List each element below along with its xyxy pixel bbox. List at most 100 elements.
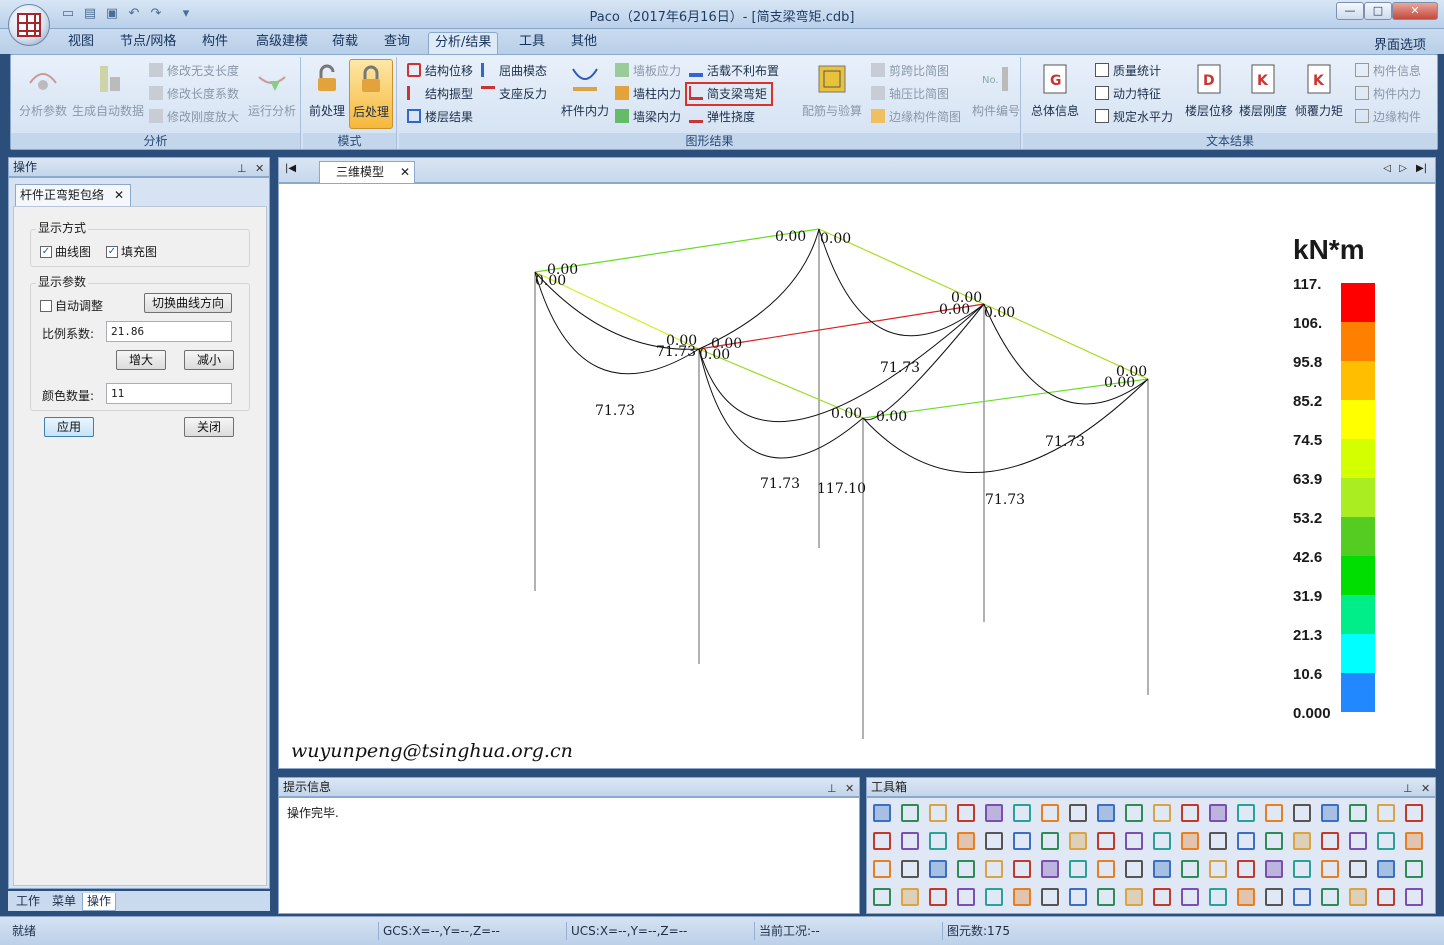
toolbox-tool-icon[interactable] bbox=[1237, 804, 1255, 822]
toolbox-tool-icon[interactable] bbox=[1041, 804, 1059, 822]
toolbox-tool-icon[interactable] bbox=[1321, 888, 1339, 906]
toolbox-tool-icon[interactable] bbox=[873, 860, 891, 878]
pin-icon[interactable]: ⊥ bbox=[237, 160, 247, 178]
scale-input[interactable]: 21.86 bbox=[106, 321, 232, 342]
close-button[interactable]: 关闭 bbox=[184, 417, 234, 437]
model-viewport[interactable]: 0.00 0.00 0.00 0.00 0.00 0.00 0.00 71.73… bbox=[278, 183, 1436, 769]
toolbox-tool-icon[interactable] bbox=[901, 804, 919, 822]
toolbox-tool-icon[interactable] bbox=[1125, 888, 1143, 906]
toolbox-tool-icon[interactable] bbox=[1265, 804, 1283, 822]
toolbox-tool-icon[interactable] bbox=[1069, 804, 1087, 822]
toolbox-tool-icon[interactable] bbox=[1181, 860, 1199, 878]
app-menu-button[interactable] bbox=[8, 4, 50, 46]
pin-icon[interactable]: ⊥ bbox=[1403, 780, 1413, 798]
toolbox-tool-icon[interactable] bbox=[1181, 888, 1199, 906]
support-reaction-button[interactable]: 支座反力 bbox=[481, 84, 547, 104]
toolbox-tool-icon[interactable] bbox=[985, 860, 1003, 878]
toolbox-tool-icon[interactable] bbox=[1265, 860, 1283, 878]
tab-operation[interactable]: 操作 bbox=[82, 893, 117, 911]
toolbox-tool-icon[interactable] bbox=[1349, 804, 1367, 822]
wall-beam-force-button[interactable]: 墙梁内力 bbox=[615, 107, 681, 127]
switch-curve-direction-button[interactable]: 切换曲线方向 bbox=[144, 293, 232, 313]
mass-stats-button[interactable]: 质量统计 bbox=[1095, 61, 1161, 81]
toolbox-tool-icon[interactable] bbox=[1125, 860, 1143, 878]
fill-checkbox[interactable]: ✓ 填充图 bbox=[106, 243, 157, 260]
toolbox-tool-icon[interactable] bbox=[1181, 804, 1199, 822]
toolbox-tool-icon[interactable] bbox=[901, 832, 919, 850]
toolbox-tool-icon[interactable] bbox=[985, 804, 1003, 822]
member-info-button[interactable]: 构件信息 bbox=[1355, 61, 1421, 81]
ui-options-menu[interactable]: 界面选项 bbox=[1374, 34, 1426, 53]
axial-ratio-button[interactable]: 轴压比简图 bbox=[871, 84, 949, 104]
pre-processing-button[interactable]: 前处理 bbox=[307, 59, 347, 119]
toolbox-tool-icon[interactable] bbox=[1293, 804, 1311, 822]
minimize-button[interactable]: — bbox=[1336, 2, 1364, 20]
floor-stiffness-button[interactable]: K 楼层刚度 bbox=[1237, 59, 1289, 119]
curve-checkbox[interactable]: ✓ 曲线图 bbox=[40, 243, 91, 260]
toolbox-tool-icon[interactable] bbox=[1349, 832, 1367, 850]
color-count-input[interactable]: 11 bbox=[106, 383, 232, 404]
wall-column-force-button[interactable]: 墙柱内力 bbox=[615, 84, 681, 104]
dynamic-characteristics-button[interactable]: 动力特征 bbox=[1095, 84, 1161, 104]
tab-tools[interactable]: 工具 bbox=[513, 32, 551, 54]
toolbox-tool-icon[interactable] bbox=[1013, 888, 1031, 906]
wall-panel-stress-button[interactable]: 墙板应力 bbox=[615, 61, 681, 81]
pin-icon[interactable]: ⊥ bbox=[827, 780, 837, 798]
toolbox-tool-icon[interactable] bbox=[957, 888, 975, 906]
increase-button[interactable]: 增大 bbox=[116, 350, 166, 370]
toolbox-tool-icon[interactable] bbox=[1237, 860, 1255, 878]
fill-checkbox-box[interactable]: ✓ bbox=[106, 245, 118, 258]
toolbox-tool-icon[interactable] bbox=[1013, 804, 1031, 822]
toolbox-tool-icon[interactable] bbox=[1125, 804, 1143, 822]
decrease-button[interactable]: 减小 bbox=[184, 350, 234, 370]
toolbox-tool-icon[interactable] bbox=[1097, 804, 1115, 822]
close-pane-icon[interactable]: ✕ bbox=[845, 780, 854, 798]
structure-vibration-button[interactable]: 结构振型 bbox=[407, 84, 473, 104]
toolbox-tool-icon[interactable] bbox=[929, 888, 947, 906]
toolbox-tool-icon[interactable] bbox=[1069, 860, 1087, 878]
toolbox-tool-icon[interactable] bbox=[929, 804, 947, 822]
tab-other[interactable]: 其他 bbox=[565, 32, 603, 54]
member-force-button[interactable]: 杆件内力 bbox=[559, 59, 611, 119]
overturn-moment-button[interactable]: K 倾覆力矩 bbox=[1291, 59, 1347, 119]
toolbox-tool-icon[interactable] bbox=[1209, 888, 1227, 906]
scroll-left-icon[interactable]: ◁ bbox=[1383, 163, 1391, 174]
toolbox-tool-icon[interactable] bbox=[1349, 860, 1367, 878]
apply-button[interactable]: 应用 bbox=[44, 417, 94, 437]
close-pane-icon[interactable]: ✕ bbox=[1421, 780, 1430, 798]
toolbox-tool-icon[interactable] bbox=[1377, 804, 1395, 822]
toolbox-tool-icon[interactable] bbox=[1013, 860, 1031, 878]
analysis-params-button[interactable]: 分析参数 bbox=[15, 59, 71, 119]
toolbox-tool-icon[interactable] bbox=[957, 860, 975, 878]
toolbox-tool-icon[interactable] bbox=[1377, 860, 1395, 878]
toolbox-tool-icon[interactable] bbox=[1153, 860, 1171, 878]
close-doc-tab-icon[interactable]: ✕ bbox=[400, 162, 410, 183]
toolbox-tool-icon[interactable] bbox=[1041, 888, 1059, 906]
code-horizontal-force-button[interactable]: 规定水平力 bbox=[1095, 107, 1173, 127]
modify-stiffness-amplify-button[interactable]: 修改刚度放大 bbox=[149, 107, 239, 127]
buckling-mode-button[interactable]: 屈曲模态 bbox=[481, 61, 547, 81]
toolbox-tool-icon[interactable] bbox=[1097, 832, 1115, 850]
toolbox-tool-icon[interactable] bbox=[1069, 832, 1087, 850]
maximize-button[interactable]: □ bbox=[1364, 2, 1392, 20]
auto-adjust-checkbox[interactable]: 自动调整 bbox=[40, 297, 103, 314]
toolbox-tool-icon[interactable] bbox=[1377, 832, 1395, 850]
toolbox-tool-icon[interactable] bbox=[957, 804, 975, 822]
tab-menu[interactable]: 菜单 bbox=[48, 893, 80, 911]
toolbox-tool-icon[interactable] bbox=[929, 832, 947, 850]
tab-advanced-modeling[interactable]: 高级建模 bbox=[250, 32, 314, 54]
toolbox-tool-icon[interactable] bbox=[1405, 804, 1423, 822]
edge-member-diagram-button[interactable]: 边缘构件简图 bbox=[871, 107, 961, 127]
toolbox-tool-icon[interactable] bbox=[957, 832, 975, 850]
tab-3d-model[interactable]: 三维模型 ✕ bbox=[319, 161, 415, 184]
toolbox-tool-icon[interactable] bbox=[1293, 860, 1311, 878]
member-force-text-button[interactable]: 构件内力 bbox=[1355, 84, 1421, 104]
toolbox-tool-icon[interactable] bbox=[1125, 832, 1143, 850]
toolbox-tool-icon[interactable] bbox=[1097, 860, 1115, 878]
simple-beam-moment-button[interactable]: 简支梁弯矩 bbox=[684, 82, 774, 106]
toolbox-tool-icon[interactable] bbox=[1209, 832, 1227, 850]
toolbox-tool-icon[interactable] bbox=[1321, 832, 1339, 850]
toolbox-tool-icon[interactable] bbox=[1321, 804, 1339, 822]
total-info-button[interactable]: G 总体信息 bbox=[1027, 59, 1083, 119]
tab-work[interactable]: 工作 bbox=[12, 893, 44, 911]
